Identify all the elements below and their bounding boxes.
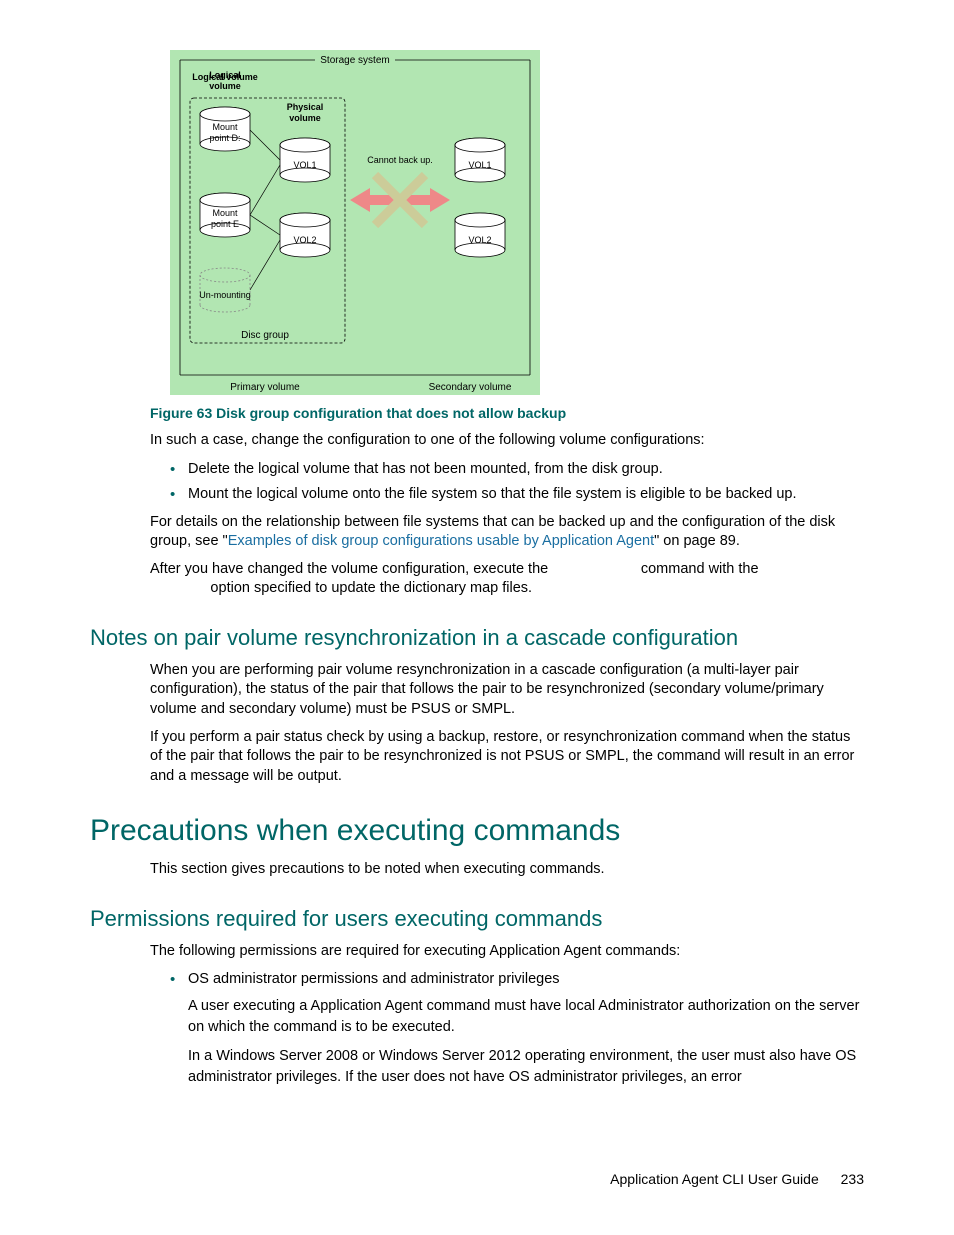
mount-e-cylinder: Mount point E [200,193,250,237]
config-options-list: Delete the logical volume that has not b… [170,459,864,505]
footer-page-number: 233 [841,1171,864,1187]
cannot-backup-label: Cannot back up. [367,155,433,165]
mount-d-cylinder: Mount point D: [200,107,250,151]
permissions-list: OS administrator permissions and adminis… [170,969,864,1088]
link-examples-disk-group[interactable]: Examples of disk group configurations us… [228,533,654,549]
para-config-change: In such a case, change the configuration… [150,431,864,451]
svg-text:Mount: Mount [212,122,238,132]
diagram-container: Storage system Logical volume Logical vo… [170,50,864,395]
storage-diagram: Storage system Logical volume Logical vo… [170,50,540,395]
page-footer: Application Agent CLI User Guide 233 [610,1171,864,1187]
svg-text:VOL2: VOL2 [468,235,491,245]
heading-notes-resync: Notes on pair volume resynchronization i… [90,625,864,651]
vol1-primary-cylinder: VOL1 [280,138,330,182]
vol2-primary-cylinder: VOL2 [280,213,330,257]
svg-text:volume: volume [209,81,241,91]
footer-doc-title: Application Agent CLI User Guide [610,1171,819,1187]
permissions-intro: The following permissions are required f… [150,942,864,962]
svg-text:Mount: Mount [212,208,238,218]
svg-text:Logical: Logical [209,70,241,80]
vol2-secondary-cylinder: VOL2 [455,213,505,257]
primary-volume-label: Primary volume [230,382,300,393]
para-details: For details on the relationship between … [150,513,864,552]
para-after-change: After you have changed the volume config… [150,560,864,599]
secondary-volume-label: Secondary volume [429,382,512,393]
permissions-detail-1: A user executing a Application Agent com… [188,996,864,1038]
svg-text:Un-mounting: Un-mounting [199,290,251,300]
svg-text:volume: volume [289,113,321,123]
svg-text:VOL2: VOL2 [293,235,316,245]
list-item: Delete the logical volume that has not b… [170,459,864,480]
storage-system-label: Storage system [320,55,389,66]
disc-group-label: Disc group [241,330,289,341]
svg-text:point D:: point D: [209,133,240,143]
svg-text:point E: point E [211,219,239,229]
list-item: OS administrator permissions and adminis… [170,969,864,1088]
svg-text:VOL1: VOL1 [293,160,316,170]
precautions-intro: This section gives precautions to be not… [150,860,864,880]
permissions-detail-2: In a Windows Server 2008 or Windows Serv… [188,1046,864,1088]
svg-text:VOL1: VOL1 [468,160,491,170]
svg-text:Physical: Physical [287,102,324,112]
heading-precautions: Precautions when executing commands [90,814,864,848]
notes-para-1: When you are performing pair volume resy… [150,661,864,720]
notes-para-2: If you perform a pair status check by us… [150,728,864,787]
heading-permissions: Permissions required for users executing… [90,906,864,932]
list-item: Mount the logical volume onto the file s… [170,484,864,505]
figure-caption: Figure 63 Disk group configuration that … [150,405,864,421]
vol1-secondary-cylinder: VOL1 [455,138,505,182]
